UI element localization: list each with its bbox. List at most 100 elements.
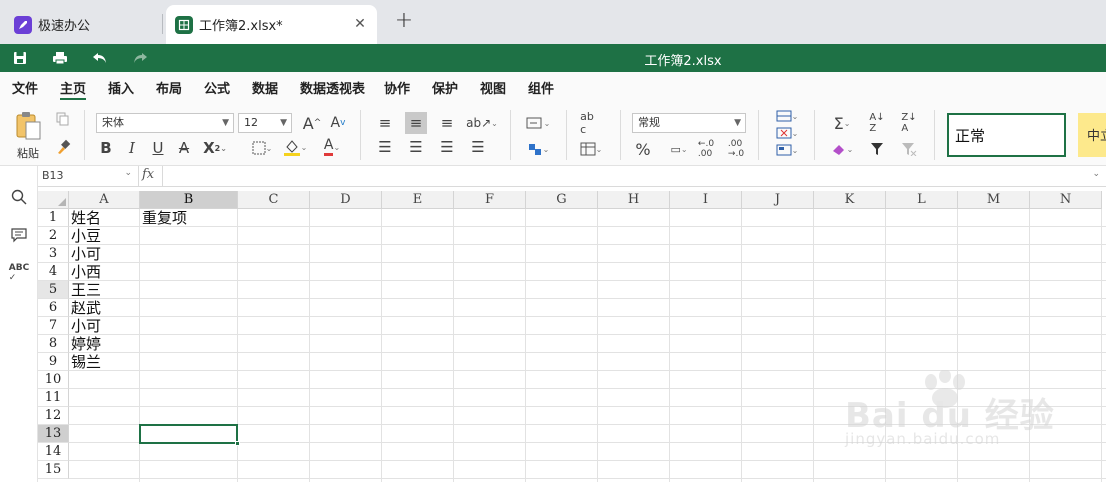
column-header-a[interactable]: A: [69, 191, 140, 209]
menu-pivot-table[interactable]: 数据透视表: [300, 78, 365, 97]
clear-icon[interactable]: ⌄: [826, 138, 858, 160]
increase-decimal-icon[interactable]: .00 →.0: [726, 138, 746, 160]
column-header-e[interactable]: E: [382, 191, 454, 209]
tab-workbook[interactable]: 工作簿2.xlsx* ✕: [166, 5, 377, 44]
column-header-d[interactable]: D: [310, 191, 382, 209]
fill-handle[interactable]: [235, 441, 240, 446]
row-header-11[interactable]: 11: [38, 389, 69, 407]
font-name-select[interactable]: 宋体 ▼: [96, 113, 234, 133]
row-header-12[interactable]: 12: [38, 407, 69, 425]
tab-speed-office[interactable]: 极速办公: [0, 5, 162, 44]
column-header-j[interactable]: J: [742, 191, 814, 209]
align-middle-icon[interactable]: ≡: [405, 112, 427, 134]
style-neutral[interactable]: 中立: [1078, 113, 1106, 157]
column-header-b[interactable]: B: [140, 191, 238, 209]
sum-icon[interactable]: Σ ⌄: [826, 112, 858, 134]
cell-a4[interactable]: 小西: [69, 263, 140, 281]
style-normal[interactable]: 正常: [947, 113, 1066, 157]
justify-icon[interactable]: ☰: [469, 138, 487, 156]
cell-a3[interactable]: 小可: [69, 245, 140, 263]
formula-input[interactable]: [168, 166, 1076, 186]
font-color-icon[interactable]: A ⌄: [318, 136, 346, 158]
menu-file[interactable]: 文件: [12, 78, 38, 97]
align-top-icon[interactable]: ≡: [376, 114, 394, 132]
filter-icon[interactable]: [866, 138, 888, 160]
column-header-f[interactable]: F: [454, 191, 526, 209]
column-header-k[interactable]: K: [814, 191, 886, 209]
menu-formula[interactable]: 公式: [204, 78, 230, 97]
copy-icon[interactable]: [54, 110, 72, 128]
wrap-text-icon[interactable]: ⌄: [520, 112, 556, 134]
column-header-g[interactable]: G: [526, 191, 598, 209]
column-header-m[interactable]: M: [958, 191, 1030, 209]
column-header-c[interactable]: C: [238, 191, 310, 209]
menu-view[interactable]: 视图: [480, 78, 506, 97]
row-header-10[interactable]: 10: [38, 371, 69, 389]
subscript-icon[interactable]: X 2 ⌄: [201, 138, 229, 158]
menu-plugins[interactable]: 组件: [528, 78, 554, 97]
decrease-font-icon[interactable]: Av: [328, 112, 348, 134]
align-left-icon[interactable]: ☰: [376, 138, 394, 156]
align-center-icon[interactable]: ☰: [407, 138, 425, 156]
sort-descending-icon[interactable]: Z↓ A: [898, 112, 920, 134]
border-icon[interactable]: ⌄: [248, 138, 276, 158]
menu-protect[interactable]: 保护: [432, 78, 458, 97]
format-painter-icon[interactable]: [54, 138, 72, 156]
fx-icon[interactable]: fx: [142, 167, 162, 182]
cell-b1[interactable]: 重复项: [140, 209, 238, 227]
table-format-icon[interactable]: ⌄: [576, 138, 606, 160]
row-header-5[interactable]: 5: [38, 281, 69, 299]
italic-icon[interactable]: I: [123, 138, 141, 158]
sort-ascending-icon[interactable]: A↓ Z: [866, 112, 888, 134]
format-cells-icon[interactable]: ⌄: [772, 142, 802, 158]
insert-cells-icon[interactable]: ⌄: [772, 108, 802, 124]
fill-color-icon[interactable]: ⌄: [281, 136, 309, 158]
row-header-9[interactable]: 9: [38, 353, 69, 371]
select-all-button[interactable]: [38, 191, 69, 209]
align-right-icon[interactable]: ☰: [438, 138, 456, 156]
row-header-14[interactable]: 14: [38, 443, 69, 461]
menu-home[interactable]: 主页: [60, 78, 87, 101]
number-format-select[interactable]: 常规 ▼: [632, 113, 746, 133]
search-icon[interactable]: [10, 188, 28, 206]
column-header-l[interactable]: L: [886, 191, 958, 209]
cell-a9[interactable]: 锡兰: [69, 353, 140, 371]
cell-a5[interactable]: 王三: [69, 281, 140, 299]
menu-insert[interactable]: 插入: [108, 78, 134, 97]
comment-icon[interactable]: [10, 226, 28, 244]
row-header-8[interactable]: 8: [38, 335, 69, 353]
row-header-13[interactable]: 13: [38, 425, 69, 443]
cell-a6[interactable]: 赵武: [69, 299, 140, 317]
row-header-6[interactable]: 6: [38, 299, 69, 317]
cell-a2[interactable]: 小豆: [69, 227, 140, 245]
new-tab-button[interactable]: +: [392, 10, 416, 34]
column-header-i[interactable]: I: [670, 191, 742, 209]
percent-icon[interactable]: %: [632, 138, 654, 160]
cell-a1[interactable]: 姓名: [69, 209, 140, 227]
menu-layout[interactable]: 布局: [156, 78, 182, 97]
row-header-4[interactable]: 4: [38, 263, 69, 281]
row-header-2[interactable]: 2: [38, 227, 69, 245]
close-icon[interactable]: ✕: [351, 15, 369, 33]
spell-check-icon[interactable]: ABC ✓: [9, 263, 29, 283]
increase-font-icon[interactable]: A ^: [302, 112, 322, 134]
decrease-decimal-icon[interactable]: ←.0.00: [696, 138, 716, 160]
strikethrough-icon[interactable]: A: [175, 138, 193, 158]
cell-a7[interactable]: 小可: [69, 317, 140, 335]
paste-icon[interactable]: [12, 110, 44, 142]
active-cell-selection[interactable]: [139, 424, 238, 444]
row-header-1[interactable]: 1: [38, 209, 69, 227]
row-header-3[interactable]: 3: [38, 245, 69, 263]
cell-a8[interactable]: 婷婷: [69, 335, 140, 353]
row-header-7[interactable]: 7: [38, 317, 69, 335]
menu-collaborate[interactable]: 协作: [384, 78, 410, 97]
font-size-select[interactable]: 12 ▼: [238, 113, 292, 133]
menu-data[interactable]: 数据: [252, 78, 278, 97]
merge-cells-icon[interactable]: ⌄: [520, 138, 556, 160]
underline-icon[interactable]: U: [149, 138, 167, 158]
column-header-h[interactable]: H: [598, 191, 670, 209]
expand-formula-icon[interactable]: ⌄: [1092, 169, 1100, 179]
spell-check-icon[interactable]: ab c: [576, 110, 598, 136]
column-header-n[interactable]: N: [1030, 191, 1102, 209]
row-header-15[interactable]: 15: [38, 461, 69, 479]
